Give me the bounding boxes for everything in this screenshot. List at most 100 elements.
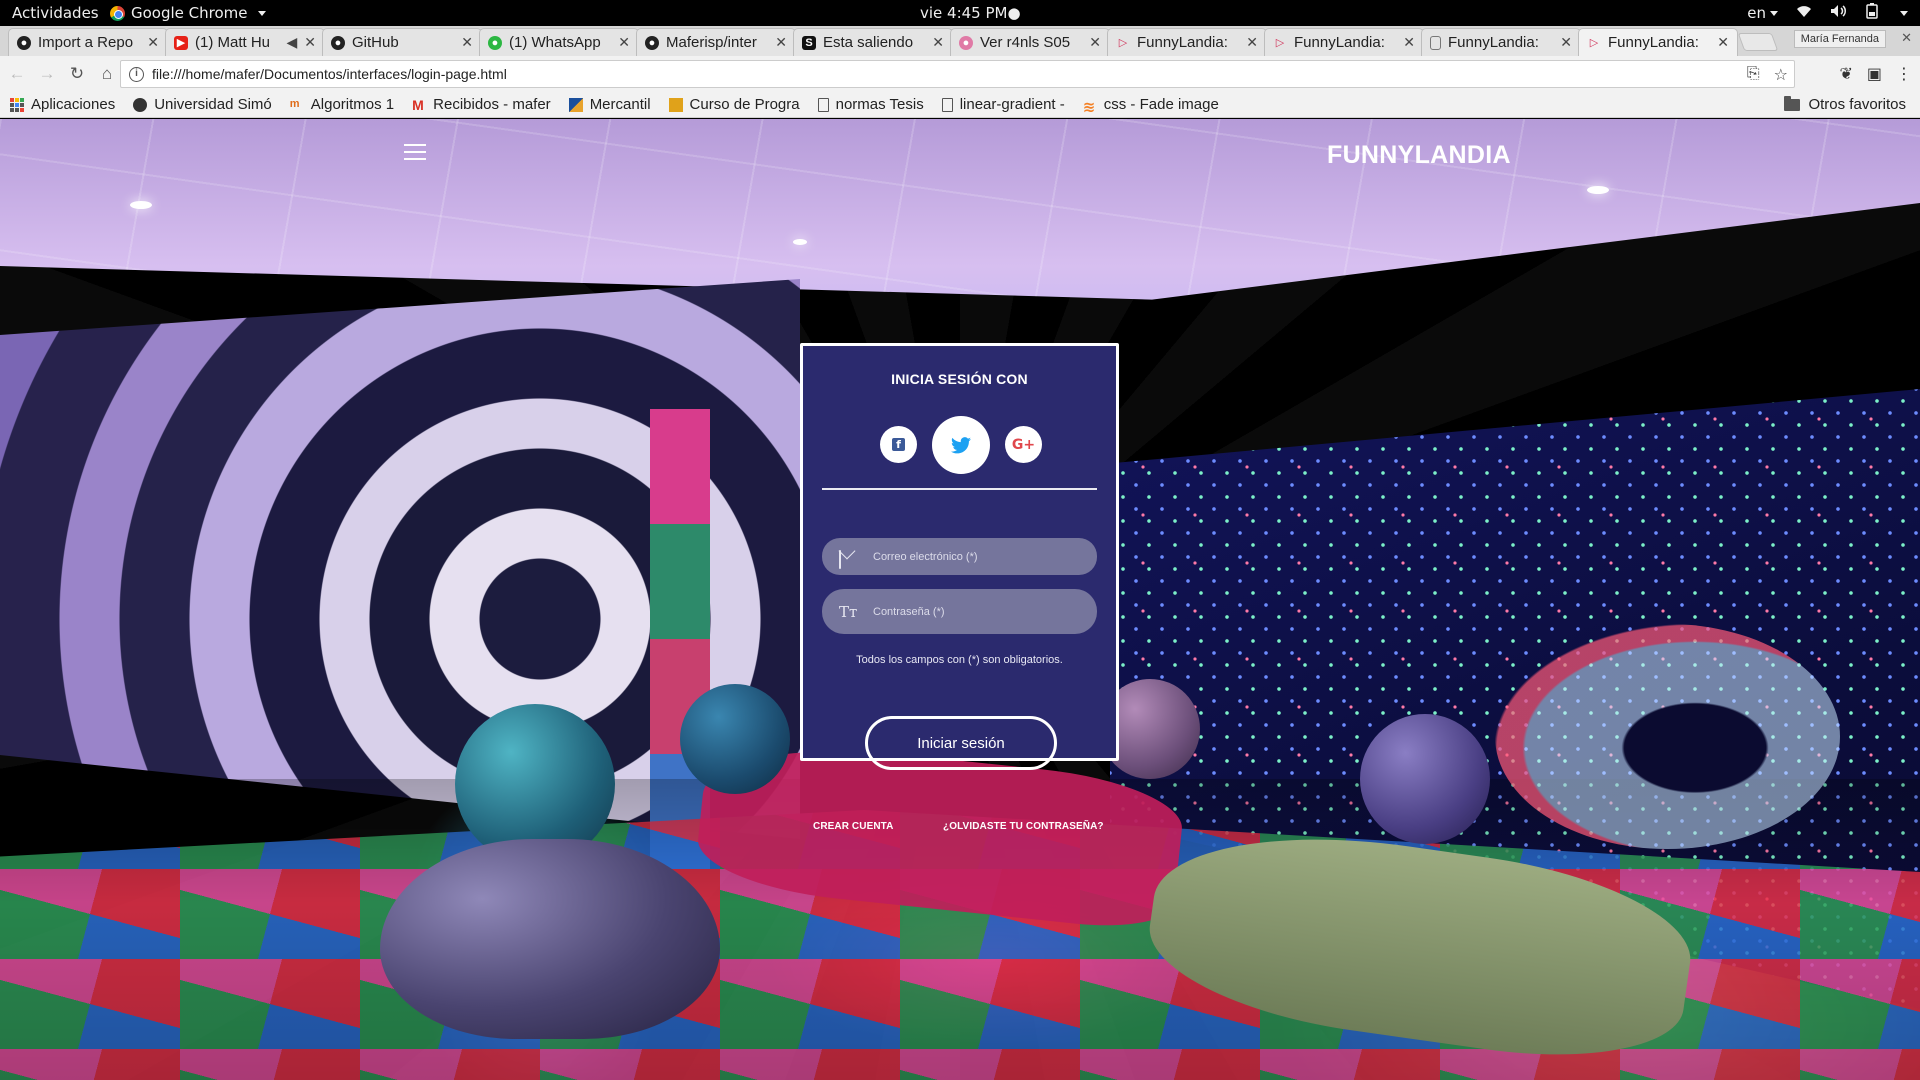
new-tab-button[interactable] [1737, 33, 1779, 51]
bookmark-item[interactable]: linear-gradient - [941, 96, 1065, 113]
bookmark-label: normas Tesis [835, 96, 924, 113]
bookmark-label: Aplicaciones [31, 96, 116, 113]
bookmark-item[interactable]: ≋ css - Fade image [1083, 96, 1219, 116]
app-menu-label: Google Chrome [131, 4, 248, 22]
create-account-link[interactable]: CREAR CUENTA [813, 821, 893, 832]
bookmark-item[interactable]: Mercantil [568, 96, 651, 113]
bookmark-item[interactable]: m Algoritmos 1 [290, 96, 394, 113]
tab[interactable]: S Esta saliendo ✕ [793, 28, 953, 56]
facebook-login-button[interactable]: f [880, 426, 917, 463]
bookmark-item[interactable]: M Recibidos - mafer [412, 96, 551, 113]
login-button[interactable]: Iniciar sesión [865, 716, 1057, 770]
tab[interactable]: ▶ (1) Matt Hu ◀ ✕ [165, 28, 325, 56]
tab[interactable]: ● Ver r4nls S05 ✕ [950, 28, 1110, 56]
volume-icon[interactable] [1830, 4, 1848, 22]
email-field[interactable] [822, 538, 1097, 575]
tab[interactable]: FunnyLandia: ✕ [1421, 28, 1581, 56]
close-icon[interactable]: ✕ [304, 34, 316, 51]
bookmark-label: Recibidos - mafer [433, 96, 551, 113]
system-menu-chevron-icon[interactable] [1900, 10, 1908, 16]
chrome-logo-icon [110, 5, 125, 21]
tab-label: (1) Matt Hu [195, 34, 271, 51]
language-indicator[interactable]: en [1747, 4, 1778, 22]
youtube-icon: ▶ [174, 35, 188, 50]
bookmark-label: css - Fade image [1103, 96, 1219, 113]
bookmark-item[interactable]: normas Tesis [817, 96, 924, 113]
other-bookmarks[interactable]: Otros favoritos [1784, 95, 1906, 113]
hamburger-menu-icon[interactable] [404, 144, 426, 160]
tab[interactable]: ● (1) WhatsApp ✕ [479, 28, 639, 56]
twitter-icon [951, 436, 971, 453]
bookmark-label: linear-gradient - [959, 96, 1065, 113]
battery-icon[interactable] [1866, 3, 1878, 23]
twitter-login-button[interactable] [932, 416, 990, 474]
close-icon[interactable]: ✕ [1717, 34, 1729, 51]
close-icon[interactable]: ✕ [1246, 34, 1258, 51]
github-icon: ● [17, 35, 31, 50]
background-ceiling-light [1587, 186, 1609, 194]
password-input[interactable] [873, 605, 1083, 618]
menu-kebab-icon[interactable]: ⋮ [1896, 64, 1912, 84]
extension-icon[interactable]: ❦ [1839, 64, 1852, 84]
funnylandia-icon: ▷ [1589, 36, 1599, 49]
profile-button[interactable]: María Fernanda [1793, 30, 1886, 48]
github-icon: ● [645, 35, 659, 50]
tab-label: Import a Repo [38, 34, 134, 51]
close-icon[interactable]: ✕ [618, 34, 630, 51]
envelope-icon [839, 549, 859, 569]
close-icon[interactable]: ✕ [461, 34, 473, 51]
app-menu[interactable]: Google Chrome [110, 4, 266, 22]
system-tray[interactable]: en [1747, 3, 1908, 23]
forgot-password-link[interactable]: ¿OLVIDASTE TU CONTRASEÑA? [943, 821, 1104, 832]
close-icon[interactable]: ✕ [1089, 34, 1101, 51]
bookmark-item[interactable]: Aplicaciones [10, 96, 115, 113]
tab-label: GitHub [352, 34, 399, 51]
close-icon[interactable]: ✕ [147, 34, 159, 51]
chevron-down-icon [1770, 11, 1778, 16]
github-icon: ● [331, 35, 345, 50]
close-icon[interactable]: ✕ [1403, 34, 1415, 51]
info-icon[interactable]: i [129, 66, 144, 82]
funnylandia-icon: ▷ [1118, 36, 1128, 49]
tab[interactable]: ▷ FunnyLandia: ✕ [1107, 28, 1267, 56]
password-field[interactable]: Tт [822, 589, 1097, 634]
forward-arrow-icon[interactable]: → [34, 64, 60, 84]
reload-icon[interactable]: ↻ [64, 64, 90, 84]
wifi-icon[interactable] [1796, 4, 1812, 22]
google-plus-login-button[interactable]: G+ [1005, 426, 1042, 463]
site-brand[interactable]: FUNNYLANDIA [1327, 141, 1511, 170]
tab[interactable]: ▷ FunnyLandia: ✕ [1264, 28, 1424, 56]
whatsapp-icon: ● [488, 35, 502, 50]
required-fields-note: Todos los campos con (*) son obligatorio… [856, 654, 1063, 666]
usb-icon [133, 97, 148, 112]
window-close-icon[interactable]: ✕ [1901, 30, 1912, 46]
mute-icon[interactable]: ◀ [286, 34, 297, 51]
close-icon[interactable]: ✕ [775, 34, 787, 51]
tab[interactable]: ● GitHub ✕ [322, 28, 482, 56]
gmail-icon: M [412, 96, 424, 113]
bookmark-item[interactable]: Universidad Simó [133, 96, 272, 113]
clock[interactable]: vie 4:45 PM● [920, 4, 1021, 22]
star-icon[interactable]: ☆ [1774, 65, 1788, 85]
address-bar[interactable]: i file:///home/mafer/Documentos/interfac… [120, 60, 1795, 88]
bookmark-item[interactable]: Curso de Progra [668, 96, 800, 113]
apps-grid-icon [10, 97, 24, 112]
back-arrow-icon[interactable]: ← [4, 64, 30, 84]
tab[interactable]: ● Maferisp/inter ✕ [636, 28, 796, 56]
translate-icon[interactable]: ⎘ [1747, 65, 1760, 85]
close-icon[interactable]: ✕ [932, 34, 944, 51]
page-icon [1430, 35, 1441, 50]
bookmark-label: Mercantil [589, 96, 651, 113]
extension-off-icon[interactable]: ▣ [1867, 64, 1882, 84]
activities-button[interactable]: Actividades [12, 4, 99, 22]
bookmark-label: Curso de Progra [689, 96, 800, 113]
facebook-icon: f [892, 438, 905, 451]
bookmark-label: Algoritmos 1 [310, 96, 395, 113]
tab-label: Maferisp/inter [666, 34, 757, 51]
email-input[interactable] [873, 550, 1083, 563]
close-icon[interactable]: ✕ [1560, 34, 1572, 51]
tab-active[interactable]: ▷ FunnyLandia: ✕ [1578, 28, 1738, 56]
tab[interactable]: ● Import a Repo ✕ [8, 28, 168, 56]
home-icon[interactable]: ⌂ [94, 64, 120, 84]
url-text[interactable]: file:///home/mafer/Documentos/interfaces… [152, 66, 507, 82]
